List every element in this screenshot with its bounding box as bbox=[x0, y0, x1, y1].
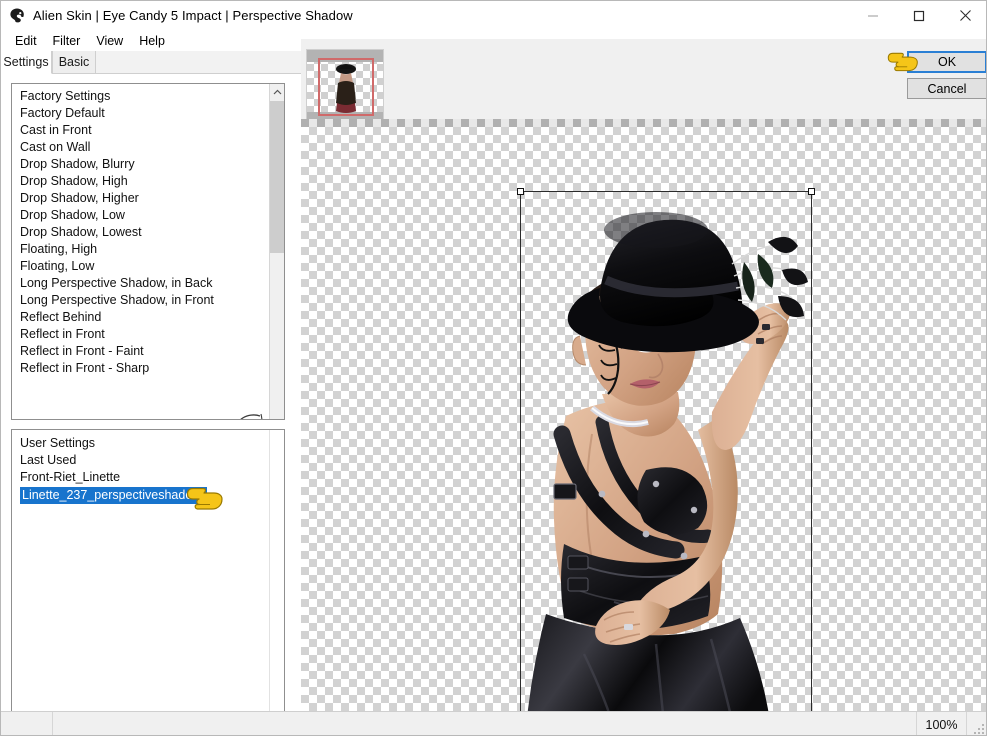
cancel-button[interactable]: Cancel bbox=[907, 78, 986, 99]
preview-canvas[interactable] bbox=[301, 119, 986, 735]
list-item[interactable]: Cast in Front bbox=[12, 122, 270, 139]
preset-items-container: Factory Settings Factory Default Cast in… bbox=[12, 84, 270, 419]
tab-strip: Settings Basic bbox=[1, 51, 301, 74]
menu-item-view[interactable]: View bbox=[88, 32, 131, 50]
ok-button[interactable]: OK bbox=[907, 51, 986, 73]
list-item[interactable]: Floating, High bbox=[12, 241, 270, 258]
preset-list-scrollbar[interactable] bbox=[269, 84, 284, 419]
list-item[interactable]: Drop Shadow, Lowest bbox=[12, 224, 270, 241]
list-item[interactable]: Reflect Behind bbox=[12, 309, 270, 326]
list-item[interactable]: Last Used bbox=[12, 452, 284, 469]
status-cell-left bbox=[1, 712, 53, 735]
list-item[interactable]: Drop Shadow, High bbox=[12, 173, 270, 190]
shadow-selection-rectangle[interactable] bbox=[517, 188, 815, 735]
menu-item-edit[interactable]: Edit bbox=[7, 32, 45, 50]
list-item[interactable]: Reflect in Front - Faint bbox=[12, 343, 270, 360]
title-bar: Alien Skin | Eye Candy 5 Impact | Perspe… bbox=[1, 1, 986, 30]
user-items-container: User Settings Last Used Front-Riet_Linet… bbox=[12, 430, 284, 504]
menu-item-help[interactable]: Help bbox=[131, 32, 173, 50]
selection-handle-top-right[interactable] bbox=[808, 188, 815, 195]
status-bar: 100% bbox=[1, 711, 986, 735]
factory-settings-list[interactable]: Factory Settings Factory Default Cast in… bbox=[11, 83, 285, 420]
maximize-button[interactable] bbox=[896, 1, 942, 30]
list-item[interactable]: Cast on Wall bbox=[12, 139, 270, 156]
navigator-viewport-rect[interactable] bbox=[318, 58, 374, 116]
list-item[interactable]: Front-Riet_Linette bbox=[12, 469, 284, 486]
zoom-level-indicator: 100% bbox=[917, 712, 967, 735]
selection-handle-top-left[interactable] bbox=[517, 188, 524, 195]
scroll-up-arrow-icon[interactable] bbox=[270, 84, 284, 100]
list-item[interactable]: Reflect in Front - Sharp bbox=[12, 360, 270, 377]
window-controls bbox=[850, 1, 986, 30]
scrollbar-thumb[interactable] bbox=[270, 101, 284, 253]
list-item[interactable]: Floating, Low bbox=[12, 258, 270, 275]
settings-panel: Settings Basic Factory Settings Factory … bbox=[1, 51, 301, 735]
list-item-selected[interactable]: Linette_237_perspectiveshadow bbox=[20, 487, 208, 504]
alien-skin-icon bbox=[8, 7, 26, 25]
plugin-window: Alien Skin | Eye Candy 5 Impact | Perspe… bbox=[0, 0, 987, 736]
preset-group-header: Factory Settings bbox=[20, 89, 111, 103]
minimize-button[interactable] bbox=[850, 1, 896, 30]
navigator-thumbnail[interactable] bbox=[306, 49, 384, 123]
resize-grip-icon[interactable] bbox=[973, 722, 985, 734]
list-item[interactable]: Factory Default bbox=[12, 105, 270, 122]
close-button[interactable] bbox=[942, 1, 986, 30]
list-item[interactable]: Long Perspective Shadow, in Front bbox=[12, 292, 270, 309]
list-item[interactable]: Long Perspective Shadow, in Back bbox=[12, 275, 270, 292]
tab-settings[interactable]: Settings bbox=[1, 51, 52, 74]
list-item[interactable]: Drop Shadow, Low bbox=[12, 207, 270, 224]
preview-toolbar: Preview Background: None bbox=[301, 39, 986, 164]
status-cell-main bbox=[53, 712, 917, 735]
canvas-top-edge bbox=[301, 119, 986, 127]
list-item[interactable]: Drop Shadow, Higher bbox=[12, 190, 270, 207]
user-settings-list[interactable]: User Settings Last Used Front-Riet_Linet… bbox=[11, 429, 285, 719]
user-list-divider bbox=[269, 430, 270, 718]
user-group-header: User Settings bbox=[20, 436, 96, 450]
list-item[interactable]: Reflect in Front bbox=[12, 326, 270, 343]
preview-panel: Preview Background: None bbox=[301, 39, 986, 735]
menu-item-filter[interactable]: Filter bbox=[45, 32, 89, 50]
list-item[interactable]: Drop Shadow, Blurry bbox=[12, 156, 270, 173]
tab-basic[interactable]: Basic bbox=[52, 51, 96, 74]
window-title: Alien Skin | Eye Candy 5 Impact | Perspe… bbox=[33, 8, 353, 23]
